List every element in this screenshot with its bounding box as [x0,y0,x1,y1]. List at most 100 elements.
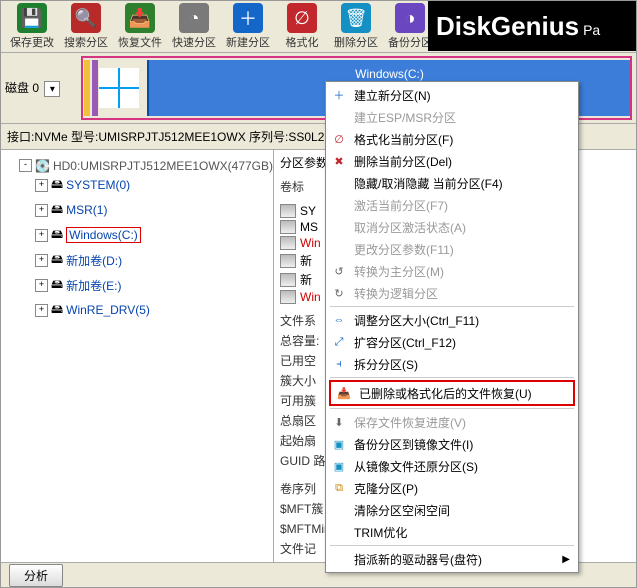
menu-icon: ∅ [331,131,347,147]
menu-label: 转换为主分区(M) [354,263,444,280]
menu-label: 建立ESP/MSR分区 [354,109,456,126]
menu-icon: ⫞ [331,356,347,372]
menu-label: 取消分区激活状态(A) [354,219,466,236]
expand-icon[interactable]: + [35,304,48,317]
menu-label: 指派新的驱动器号(盘符) [354,551,482,568]
expand-icon[interactable]: + [35,254,48,267]
drive-icon [280,204,296,218]
menu-label: TRIM优化 [354,524,407,541]
toolbar-label: 格式化 [286,34,319,50]
menu-item[interactable]: ▣ 备份分区到镜像文件(I) [326,433,578,455]
menu-item[interactable]: 指派新的驱动器号(盘符) ▶ [326,548,578,570]
menu-item: ↻ 转换为逻辑分区 [326,282,578,304]
search-button[interactable]: 🔍搜索分区 [61,3,111,50]
menu-icon: ✖ [331,153,347,169]
menu-item[interactable]: ∅格式化当前分区(F) [326,128,578,150]
menu-item[interactable]: ▣ 从镜像文件还原分区(S) [326,455,578,477]
menu-item[interactable]: 📥 已删除或格式化后的文件恢复(U) [329,380,575,406]
menu-label: 备份分区到镜像文件(I) [354,436,473,453]
menu-item: ↺ 转换为主分区(M) [326,260,578,282]
quick-button[interactable]: ◔快速分区 [169,3,219,50]
menu-label: 从镜像文件还原分区(S) [354,458,478,475]
menu-icon: ↺ [331,263,347,279]
expand-icon[interactable]: + [35,279,48,292]
toolbar-label: 搜索分区 [64,34,108,50]
menu-item: 更改分区参数(F11) [326,238,578,260]
menu-label: 清除分区空闲空间 [354,502,450,519]
menu-item[interactable]: ⇔调整分区大小(Ctrl_F11) [326,309,578,331]
new-icon: ＋ [233,3,263,33]
menu-item[interactable]: 清除分区空闲空间 [326,499,578,521]
menu-item: 激活当前分区(F7) [326,194,578,216]
menu-label: 删除当前分区(Del) [354,153,452,170]
drive-icon [280,290,296,304]
disk-tree[interactable]: - 💽 HD0:UMISRPJTJ512MEE1OWX(477GB) +🖴 SY… [1,150,274,588]
menu-icon: ▣ [331,458,347,474]
expand-icon[interactable]: + [35,229,48,242]
menu-item[interactable]: ＋ 建立新分区(N) [326,84,578,106]
delete-icon: 🗑 [341,3,371,33]
search-icon: 🔍 [71,3,101,33]
disk-label: 磁盘 0 ▾ [5,79,75,98]
menu-label: 扩容分区(Ctrl_F12) [354,334,456,351]
menu-label: 已删除或格式化后的文件恢复(U) [359,385,532,402]
menu-label: 转换为逻辑分区 [354,285,438,302]
tree-item[interactable]: +🖴 WinRE_DRV(5) [35,300,150,321]
toolbar-label: 保存更改 [10,34,54,50]
menu-item[interactable]: ⤢ 扩容分区(Ctrl_F12) [326,331,578,353]
menu-label: 调整分区大小(Ctrl_F11) [354,312,479,329]
disk-dropdown-icon[interactable]: ▾ [44,81,60,97]
menu-icon: ＋ [331,87,347,103]
delete-button[interactable]: 🗑删除分区 [331,3,381,50]
save-icon: 💾 [17,3,47,33]
tree-item[interactable]: +🖴 Windows(C:) [35,225,141,246]
menu-label: 克隆分区(P) [354,480,418,497]
tree-item[interactable]: +🖴 MSR(1) [35,200,107,221]
format-icon: ∅ [287,3,317,33]
menu-label: 拆分分区(S) [354,356,418,373]
drive-icon [280,254,296,268]
drive-icon [280,236,296,250]
menu-label: 建立新分区(N) [354,87,431,104]
tree-item[interactable]: +🖴 SYSTEM(0) [35,175,130,196]
menu-icon: ⤢ [331,334,347,350]
menu-icon: ⬇ [331,414,347,430]
menu-item: 建立ESP/MSR分区 [326,106,578,128]
tree-item[interactable]: +🖴 新加卷(E:) [35,275,121,296]
context-menu[interactable]: ＋ 建立新分区(N) 建立ESP/MSR分区 ∅格式化当前分区(F) ✖ 删除当前分区(D… [325,81,579,573]
tree-root[interactable]: - 💽 HD0:UMISRPJTJ512MEE1OWX(477GB) [19,159,273,173]
menu-item[interactable]: ⧉ 克隆分区(P) [326,477,578,499]
menu-icon: ▣ [331,436,347,452]
analyze-button[interactable]: 分析 [9,564,63,587]
brand-logo: DiskGeniusPa [428,1,636,51]
save-button[interactable]: 💾保存更改 [7,3,57,50]
recover-icon: 📥 [125,3,155,33]
expand-icon[interactable]: + [35,204,48,217]
menu-item[interactable]: TRIM优化 [326,521,578,543]
menu-item[interactable]: ⫞ 拆分分区(S) [326,353,578,375]
expand-icon[interactable]: + [35,179,48,192]
drive-icon [280,273,296,287]
menu-label: 激活当前分区(F7) [354,197,448,214]
toolbar-label: 恢复文件 [118,34,162,50]
toolbar-label: 备份分区 [388,34,432,50]
toolbar-label: 快速分区 [172,34,216,50]
menu-item: ⬇保存文件恢复进度(V) [326,411,578,433]
menu-item[interactable]: ✖ 删除当前分区(Del) [326,150,578,172]
tree-item[interactable]: +🖴 新加卷(D:) [35,250,122,271]
volume-icon: 🖴 [51,225,63,246]
menu-icon: ↻ [331,285,347,301]
volume-icon: 🖴 [51,175,63,196]
volume-icon: 🖴 [51,300,63,321]
format-button[interactable]: ∅格式化 [277,3,327,50]
new-button[interactable]: ＋新建分区 [223,3,273,50]
collapse-icon[interactable]: - [19,159,32,172]
submenu-arrow-icon: ▶ [562,554,570,565]
backup-icon: ◑ [395,3,425,33]
menu-icon: 📥 [336,385,352,401]
menu-item: 取消分区激活状态(A) [326,216,578,238]
menu-label: 更改分区参数(F11) [354,241,454,258]
menu-item[interactable]: 隐藏/取消隐藏 当前分区(F4) [326,172,578,194]
recover-button[interactable]: 📥恢复文件 [115,3,165,50]
menu-icon: ⧉ [331,480,347,496]
